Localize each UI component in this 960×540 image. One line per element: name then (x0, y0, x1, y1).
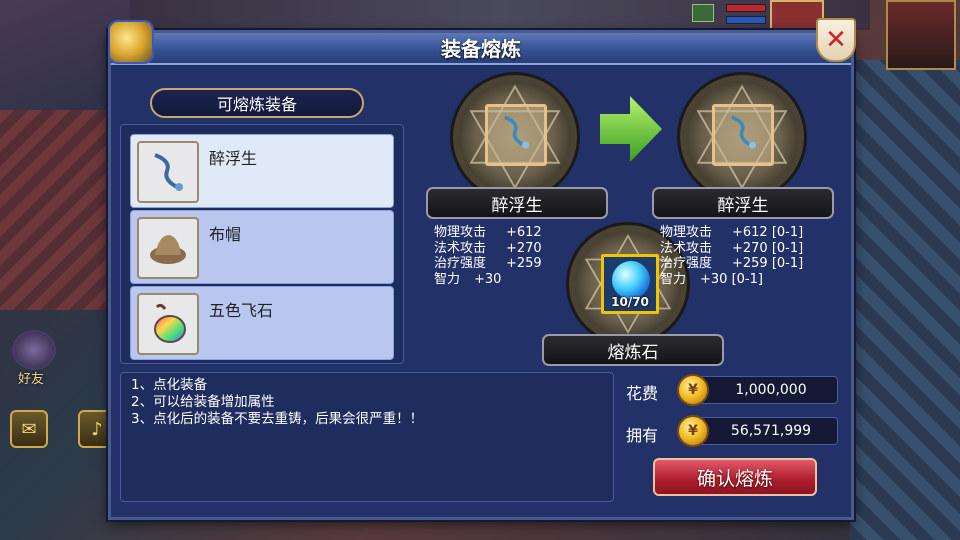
stat-key: 治疗强度 (660, 256, 713, 271)
page-title: 装备熔炼 (441, 37, 521, 61)
stat-key: 法术攻击 (434, 240, 487, 256)
stone-icon (137, 293, 199, 355)
friend-avatar[interactable] (12, 330, 56, 370)
item-name: 醉浮生 (209, 149, 258, 168)
mp-bar (726, 16, 766, 24)
coin-icon: ¥ (677, 415, 709, 447)
list-item[interactable]: 醉浮生 (130, 134, 394, 208)
stat-key: 治疗强度 (434, 256, 487, 271)
result-equip-name: 醉浮生 (652, 187, 834, 219)
friend-label[interactable]: 好友 (18, 368, 44, 387)
list-item[interactable]: 布帽 (130, 210, 394, 284)
confirm-smelt-button[interactable]: 确认熔炼 (653, 458, 817, 496)
coin-icon: ¥ (677, 374, 709, 406)
stat-value: +30 [0-1] (700, 271, 763, 287)
stat-key: 智力 (660, 271, 687, 287)
mail-icon[interactable] (692, 4, 714, 22)
arrow-right-icon (600, 96, 662, 162)
cost-label: 花费 (626, 384, 659, 403)
chat-icon[interactable]: ✉ (10, 410, 48, 448)
stat-value: +30 (474, 271, 502, 287)
player-avatar[interactable] (886, 0, 956, 70)
stat-value: +612 (506, 225, 542, 240)
note-line: 2、可以给装备增加属性 (131, 394, 275, 410)
stone-name: 熔炼石 (542, 334, 724, 366)
scene-background-wall (0, 110, 115, 310)
source-equip-slot[interactable] (485, 104, 547, 166)
result-equip-slot (712, 104, 774, 166)
sword-icon (496, 112, 536, 159)
list-item[interactable]: 五色飞石 (130, 286, 394, 360)
stat-key: 物理攻击 (434, 225, 487, 240)
item-name: 五色飞石 (209, 301, 274, 320)
sword-icon (137, 141, 199, 203)
own-label: 拥有 (626, 426, 659, 445)
close-button[interactable]: ✕ (816, 18, 856, 62)
stat-value: +259 [0-1] (732, 256, 804, 271)
source-stats: 物理攻击 +612 法术攻击 +270 治疗强度 +259 智力 +30 (434, 225, 542, 287)
gem-icon (612, 261, 650, 299)
source-equip-name: 醉浮生 (426, 187, 608, 219)
stone-count: 10/70 (611, 295, 649, 309)
smelt-stone-slot[interactable]: 10/70 (601, 254, 659, 314)
cauldron-icon (108, 20, 154, 64)
note-line: 1、点化装备 (131, 377, 208, 393)
stat-value: +270 [0-1] (732, 240, 804, 256)
list-header: 可熔炼装备 (150, 88, 364, 118)
stat-value: +259 (506, 256, 542, 271)
result-stats: 物理攻击 +612 [0-1] 法术攻击 +270 [0-1] 治疗强度 +259 [… (660, 225, 803, 287)
hp-bar (726, 4, 766, 12)
notes-box: 1、点化装备 2、可以给装备增加属性 3、点化后的装备不要去重铸，后果会很严重！… (120, 372, 614, 502)
stat-value: +612 [0-1] (732, 225, 804, 240)
hat-icon (137, 217, 199, 279)
sword-icon (723, 112, 763, 159)
stat-key: 物理攻击 (660, 225, 713, 240)
stat-value: +270 (506, 240, 542, 256)
stat-key: 智力 (434, 271, 461, 287)
item-name: 布帽 (209, 225, 242, 244)
stat-key: 法术攻击 (660, 240, 713, 256)
close-icon: ✕ (825, 25, 847, 55)
scene-background-right (850, 60, 960, 540)
note-line: 3、点化后的装备不要去重铸，后果会很严重！！ (131, 411, 424, 427)
